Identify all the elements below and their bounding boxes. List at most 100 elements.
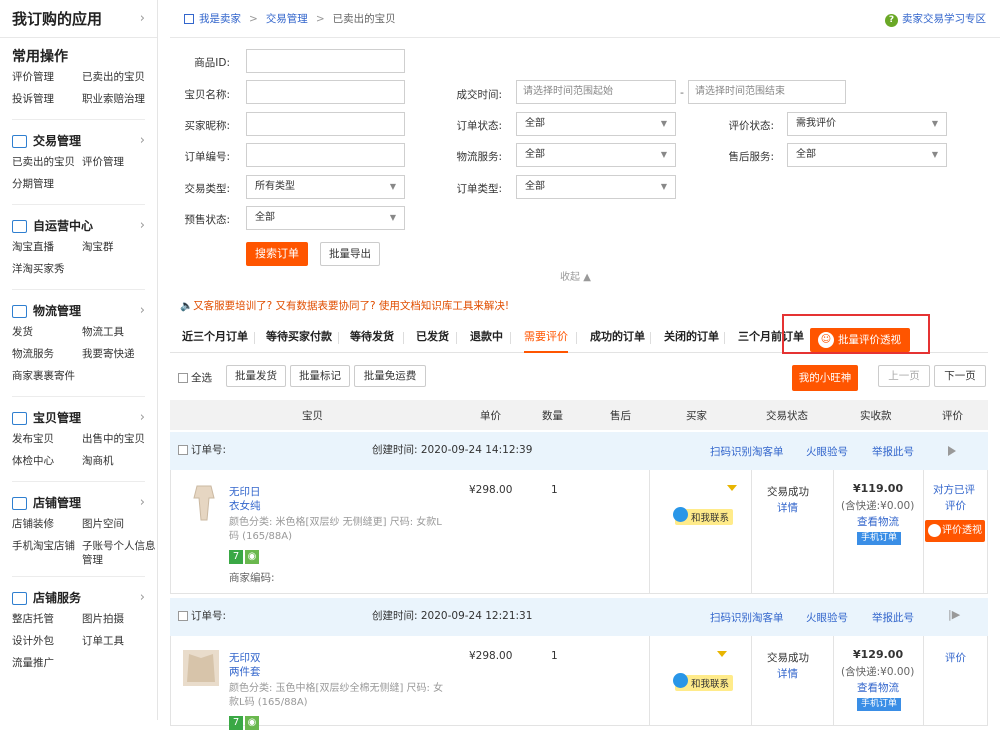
notice-banner[interactable]: 🔈又客服要培训了? 又有数据表要协同了? 使用文档知识库工具来解决!: [180, 298, 509, 313]
sidebar-item[interactable]: 评价管理: [82, 151, 162, 173]
order-type-select[interactable]: 全部 ▼: [516, 175, 676, 199]
batch-free-shipping-button[interactable]: 批量免运费: [354, 365, 426, 387]
sidebar-item[interactable]: 物流工具: [82, 321, 162, 343]
order-detail-link[interactable]: 详情: [777, 500, 798, 515]
sidebar-item[interactable]: 物流服务: [12, 343, 82, 365]
flag-icon[interactable]: [948, 446, 956, 456]
time-end-input[interactable]: 请选择时间范围结束: [688, 80, 846, 104]
breadcrumb-seller[interactable]: 我是卖家: [199, 11, 241, 26]
sidebar-item[interactable]: 子账号个人信息管理: [82, 535, 162, 567]
item-title-2[interactable]: 衣女纯: [229, 498, 261, 513]
buyer-input[interactable]: [246, 112, 405, 136]
tab-awaiting-shipment[interactable]: 等待发货: [350, 323, 394, 353]
sidebar-item[interactable]: 淘商机: [82, 450, 162, 472]
select-all-checkbox[interactable]: 全选: [178, 370, 212, 385]
batch-export-button[interactable]: 批量导出: [320, 242, 380, 266]
order-status-select[interactable]: 全部 ▼: [516, 112, 676, 136]
prev-page-button[interactable]: 上一页: [878, 365, 930, 387]
seller-learning-link[interactable]: ? 卖家交易学习专区: [885, 11, 986, 27]
sidebar-item-claim-governance[interactable]: 职业索赔治理: [82, 88, 162, 110]
tab-shipped[interactable]: 已发货: [416, 323, 449, 353]
flag-icon[interactable]: |▶: [948, 608, 960, 621]
sidebar-item-sold-items[interactable]: 已卖出的宝贝: [82, 66, 162, 88]
sidebar-item[interactable]: 已卖出的宝贝: [12, 151, 82, 173]
tab-recent-3-months[interactable]: 近三个月订单: [182, 323, 248, 353]
product-thumbnail[interactable]: [189, 484, 219, 524]
sidebar-section-shop[interactable]: 店铺管理 ›: [12, 491, 157, 513]
buyer-reviewed-text[interactable]: 对方已评: [933, 482, 975, 497]
sidebar-item-complaints[interactable]: 投诉管理: [12, 88, 82, 110]
sidebar-item[interactable]: 图片拍摄: [82, 608, 162, 630]
presale-select[interactable]: 全部 ▼: [246, 206, 405, 230]
batch-ship-button[interactable]: 批量发货: [226, 365, 286, 387]
scan-taoke-link[interactable]: 扫码识别淘客单: [710, 610, 784, 625]
contact-buyer-button[interactable]: 和我联系: [673, 507, 734, 525]
sidebar-section-trade[interactable]: 交易管理 ›: [12, 129, 157, 151]
order-checkbox[interactable]: 订单号:: [178, 608, 226, 623]
review-link[interactable]: 评价: [945, 498, 966, 513]
aftersale-select[interactable]: 全部 ▼: [787, 143, 947, 167]
tab-awaiting-payment[interactable]: 等待买家付款: [266, 323, 332, 353]
sidebar-item[interactable]: 手机淘宝店铺: [12, 535, 82, 567]
tab-closed[interactable]: 关闭的订单: [664, 323, 719, 353]
filter-icon[interactable]: [727, 485, 737, 491]
order-no-input[interactable]: [246, 143, 405, 167]
item-id-input[interactable]: [246, 49, 405, 73]
sidebar-item[interactable]: 流量推广: [12, 652, 82, 674]
order-checkbox[interactable]: 订单号:: [178, 442, 226, 457]
sidebar-section-self-ops[interactable]: 自运营中心 ›: [12, 214, 157, 236]
sidebar-item-review-manage[interactable]: 评价管理: [12, 66, 82, 88]
sidebar-item[interactable]: 分期管理: [12, 173, 82, 195]
batch-review-insight-button[interactable]: ☺ 批量评价透视: [810, 328, 910, 352]
tab-refunding[interactable]: 退款中: [470, 323, 503, 353]
item-name-input[interactable]: [246, 80, 405, 104]
sidebar-item[interactable]: 我要寄快递: [82, 343, 162, 365]
scan-taoke-link[interactable]: 扫码识别淘客单: [710, 444, 784, 459]
sidebar-item[interactable]: 订单工具: [82, 630, 162, 652]
sidebar-item[interactable]: 店铺装修: [12, 513, 82, 535]
sidebar-section-products[interactable]: 宝贝管理 ›: [12, 406, 157, 428]
tab-needs-review[interactable]: 需要评价: [524, 323, 568, 353]
sidebar-item[interactable]: 设计外包: [12, 630, 82, 652]
review-link[interactable]: 评价: [945, 650, 966, 665]
view-logistics-link[interactable]: 查看物流: [857, 680, 899, 695]
chevron-right-icon[interactable]: ›: [140, 11, 145, 26]
sidebar-subscribed-apps[interactable]: 我订购的应用 ›: [0, 0, 157, 38]
breadcrumb-trade[interactable]: 交易管理: [266, 11, 308, 26]
report-account-link[interactable]: 举报此号: [872, 444, 914, 459]
collapse-toggle[interactable]: 收起 ▲: [560, 268, 591, 283]
sidebar-item[interactable]: 发货: [12, 321, 82, 343]
sidebar-item[interactable]: 体检中心: [12, 450, 82, 472]
verify-account-link[interactable]: 火眼验号: [806, 444, 848, 459]
view-logistics-link[interactable]: 查看物流: [857, 514, 899, 529]
sidebar-item[interactable]: 整店托管: [12, 608, 82, 630]
batch-mark-button[interactable]: 批量标记: [290, 365, 350, 387]
sidebar-item[interactable]: 淘宝群: [82, 236, 162, 258]
sidebar-item[interactable]: 出售中的宝贝: [82, 428, 162, 450]
my-wangwang-button[interactable]: 我的小旺神: [792, 365, 858, 391]
sidebar-item[interactable]: 洋淘买家秀: [12, 258, 82, 280]
item-title-2[interactable]: 两件套: [229, 664, 261, 679]
verify-account-link[interactable]: 火眼验号: [806, 610, 848, 625]
search-orders-button[interactable]: 搜索订单: [246, 242, 308, 266]
order-detail-link[interactable]: 详情: [777, 666, 798, 681]
sidebar-section-logistics[interactable]: 物流管理 ›: [12, 299, 157, 321]
report-account-link[interactable]: 举报此号: [872, 610, 914, 625]
trade-type-select[interactable]: 所有类型 ▼: [246, 175, 405, 199]
filter-icon[interactable]: [717, 651, 727, 657]
sidebar-item[interactable]: 淘宝直播: [12, 236, 82, 258]
sidebar-item[interactable]: 发布宝贝: [12, 428, 82, 450]
review-insight-button[interactable]: 评价透视: [925, 520, 985, 542]
product-thumbnail[interactable]: [181, 648, 221, 688]
sidebar-item[interactable]: 商家裹裹寄件: [12, 365, 82, 387]
next-page-button[interactable]: 下一页: [934, 365, 986, 387]
sidebar-section-services[interactable]: 店铺服务 ›: [12, 586, 157, 608]
item-title[interactable]: 无印双: [229, 650, 261, 665]
review-status-select[interactable]: 需我评价 ▼: [787, 112, 947, 136]
logistics-select[interactable]: 全部 ▼: [516, 143, 676, 167]
time-start-input[interactable]: 请选择时间范围起始: [516, 80, 676, 104]
contact-buyer-button[interactable]: 和我联系: [673, 673, 734, 691]
item-title[interactable]: 无印日: [229, 484, 261, 499]
tab-successful[interactable]: 成功的订单: [590, 323, 645, 353]
sidebar-item[interactable]: 图片空间: [82, 513, 162, 535]
